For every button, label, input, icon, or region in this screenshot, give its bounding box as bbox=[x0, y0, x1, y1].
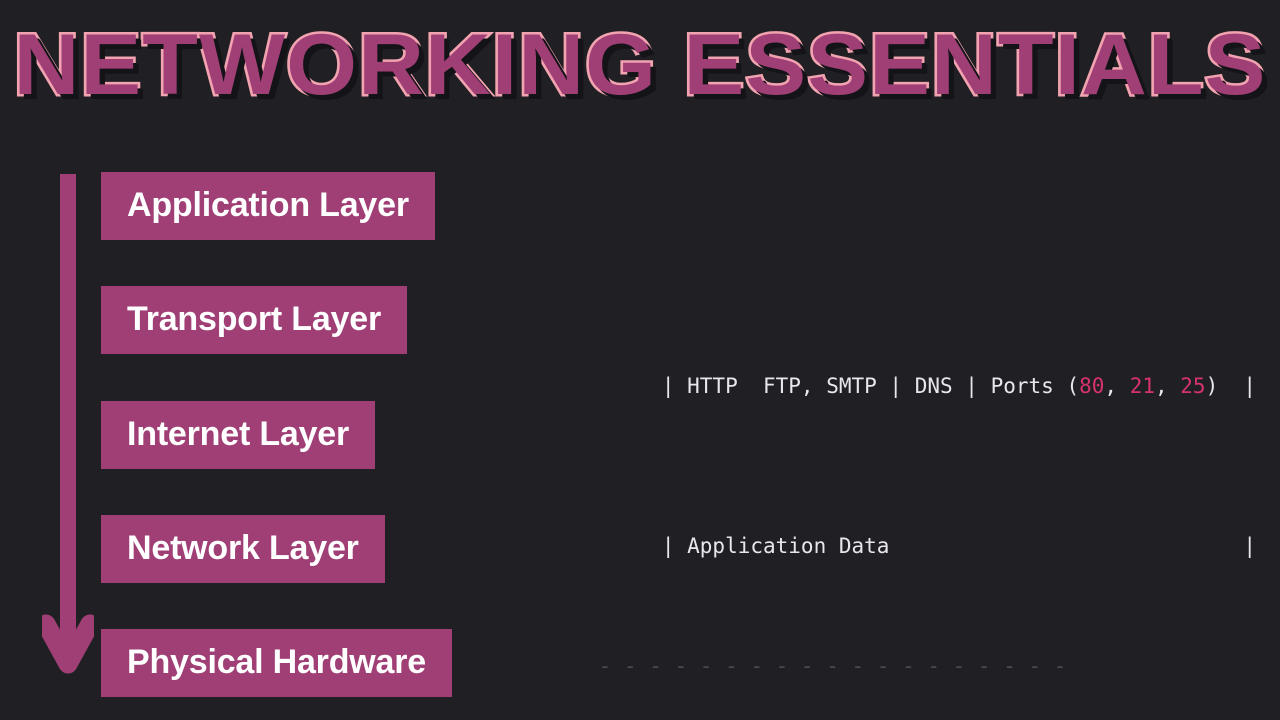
layer-box-internet[interactable]: Internet Layer bbox=[101, 400, 376, 469]
slide-canvas: NETWORKING ESSENTIALS Application Layer … bbox=[0, 0, 1280, 720]
layer-label: Transport Layer bbox=[127, 300, 381, 339]
layer-label: Network Layer bbox=[127, 528, 359, 567]
downward-flow-arrow bbox=[42, 174, 94, 674]
page-title: NETWORKING ESSENTIALS bbox=[11, 17, 1268, 113]
dashed-separator: - - - - - - - - - - - - - - - - - - - bbox=[586, 654, 1067, 678]
port-number-21: 21 bbox=[1129, 374, 1155, 398]
layer-box-transport[interactable]: Transport Layer bbox=[101, 286, 407, 355]
row-end-pipe: | bbox=[1243, 534, 1256, 558]
detail-row-application-protocols: | HTTP FTP, SMTP | DNS | Ports (80, 21, … bbox=[586, 326, 1256, 398]
port-number-25: 25 bbox=[1180, 374, 1206, 398]
layer-label: Physical Hardware bbox=[127, 643, 426, 681]
detail-text: ) bbox=[1205, 374, 1219, 398]
detail-row-application-data: | Application Data | bbox=[586, 486, 1256, 558]
detail-text: , bbox=[1104, 374, 1130, 398]
layer-label: Internet Layer bbox=[127, 414, 350, 453]
layer-label: Application Layer bbox=[127, 186, 409, 224]
detail-text: | Application Data bbox=[661, 534, 890, 558]
title-container: NETWORKING ESSENTIALS bbox=[0, 17, 1280, 113]
detail-text: , bbox=[1154, 374, 1181, 398]
port-number-80: 80 bbox=[1079, 374, 1105, 398]
detail-text: | HTTP FTP, SMTP | DNS | Ports ( bbox=[661, 374, 1080, 398]
layer-details-panel: | HTTP FTP, SMTP | DNS | Ports (80, 21, … bbox=[586, 166, 1256, 711]
layer-stack: Application Layer Transport Layer Intern… bbox=[101, 172, 571, 697]
layer-box-network[interactable]: Network Layer bbox=[101, 514, 385, 583]
row-end-pipe: | bbox=[1243, 374, 1256, 398]
layer-box-application[interactable]: Application Layer bbox=[101, 172, 435, 240]
layer-box-physical-hardware[interactable]: Physical Hardware bbox=[101, 629, 452, 697]
